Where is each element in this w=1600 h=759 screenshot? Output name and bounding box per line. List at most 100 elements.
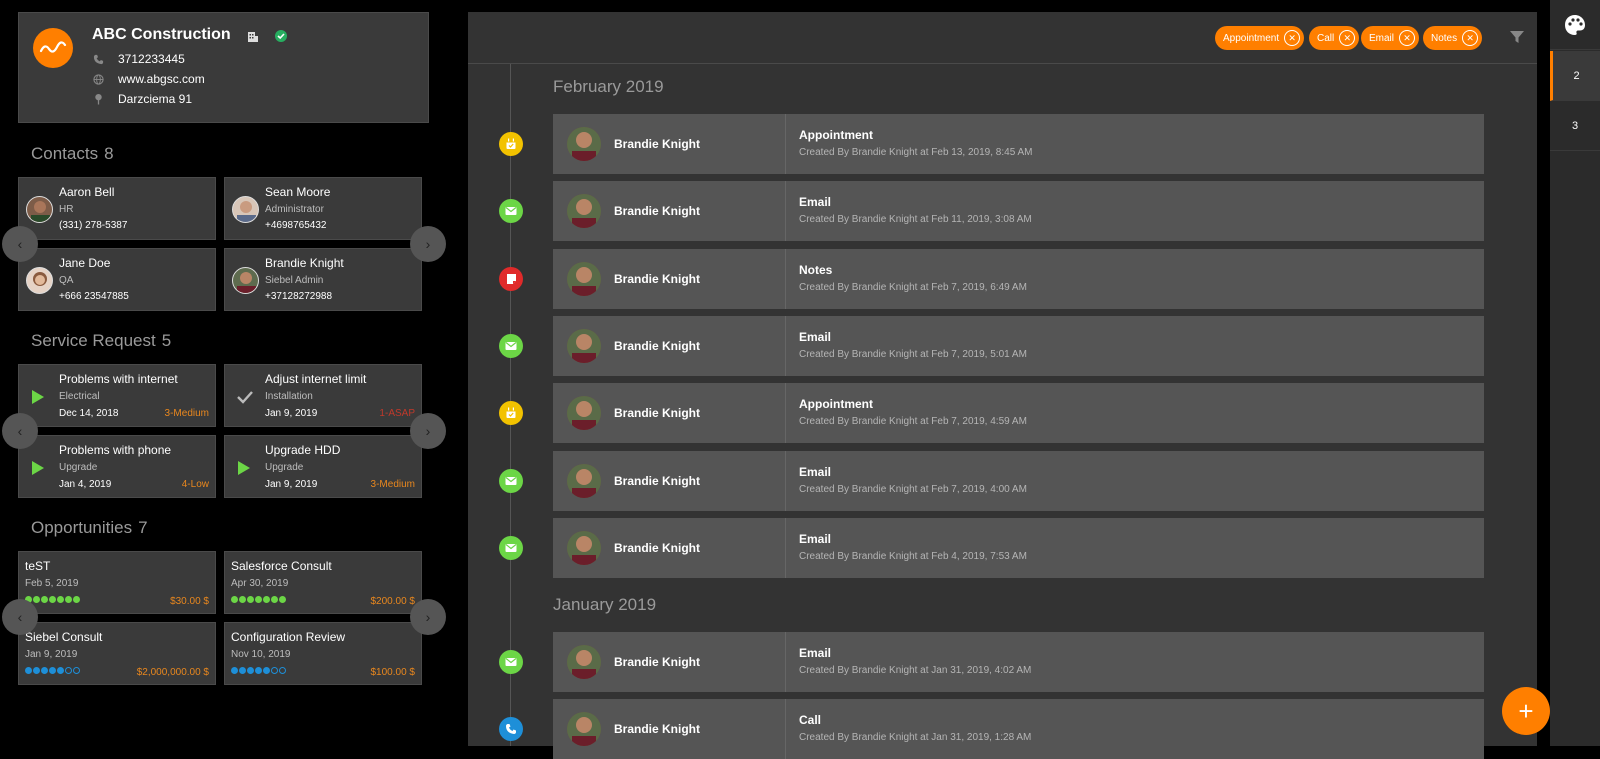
account-website[interactable]: www.abgsc.com [118, 72, 205, 86]
opportunity-title: Configuration Review [231, 630, 346, 644]
account-phone[interactable]: 3712233445 [118, 52, 185, 66]
filter-chip-notes[interactable]: Notes ✕ [1423, 26, 1483, 50]
avatar [567, 396, 601, 430]
contact-card[interactable]: Jane Doe QA +666 23547885 [18, 248, 216, 311]
contact-card[interactable]: Sean Moore Administrator +4698765432 [224, 177, 422, 240]
timeline-entry[interactable]: Brandie Knight Email Created By Brandie Kn… [553, 518, 1484, 578]
service-card[interactable]: Problems with phone Upgrade Jan 4, 2019 … [18, 435, 216, 498]
entry-divider [785, 518, 786, 578]
filter-icon[interactable] [1510, 30, 1524, 49]
contacts-next-button[interactable]: › [410, 226, 446, 262]
rail-item-3[interactable]: 3 [1550, 101, 1600, 151]
contact-card[interactable]: Brandie Knight Siebel Admin +37128272988 [224, 248, 422, 311]
filter-chip-label: Appointment [1223, 32, 1280, 44]
entry-created: Created By Brandie Knight at Feb 4, 2019… [799, 551, 1027, 562]
add-button[interactable]: + [1502, 687, 1550, 735]
opportunity-date: Feb 5, 2019 [25, 578, 79, 589]
service-card[interactable]: Problems with internet Electrical Dec 14… [18, 364, 216, 427]
phone-icon [93, 54, 104, 64]
service-title-text: Upgrade HDD [265, 443, 341, 457]
service-card[interactable]: Adjust internet limit Installation Jan 9… [224, 364, 422, 427]
timeline-entry[interactable]: Brandie Knight Email Created By Brandie Kn… [553, 632, 1484, 692]
progress-dot-filled [263, 667, 270, 674]
service-title-text: Problems with internet [59, 372, 178, 386]
timeline-entry[interactable]: Brandie Knight Call Created By Brandie Kni… [553, 699, 1484, 759]
service-title-text: Adjust internet limit [265, 372, 367, 386]
entry-author: Brandie Knight [614, 541, 700, 555]
contact-phone: +666 23547885 [59, 291, 129, 302]
palette-button[interactable] [1550, 0, 1600, 50]
timeline-entry[interactable]: Brandie Knight Appointment Created By Bran… [553, 114, 1484, 174]
opportunity-title: Salesforce Consult [231, 559, 332, 573]
opportunities-prev-button[interactable]: ‹ [2, 599, 38, 635]
timeline-entry[interactable]: Brandie Knight Email Created By Brandie Kn… [553, 316, 1484, 376]
progress-dot-filled [65, 596, 72, 603]
progress-dot-filled [231, 667, 238, 674]
avatar [232, 196, 259, 223]
chevron-right-icon: › [425, 609, 431, 625]
timeline-entry[interactable]: Brandie Knight Email Created By Brandie Kn… [553, 451, 1484, 511]
entry-author: Brandie Knight [614, 339, 700, 353]
contacts-count: 8 [104, 144, 114, 163]
service-card[interactable]: Upgrade HDD Upgrade Jan 9, 2019 3-Medium [224, 435, 422, 498]
opportunity-date: Apr 30, 2019 [231, 578, 289, 589]
opportunity-amount: $30.00 $ [170, 596, 209, 607]
service-category: Upgrade [59, 462, 98, 473]
timeline-entry[interactable]: Brandie Knight Email Created By Brandie Kn… [553, 181, 1484, 241]
contact-name: Brandie Knight [265, 256, 344, 270]
filter-chip-call[interactable]: Call ✕ [1309, 26, 1360, 50]
timeline-dot [499, 267, 523, 291]
close-icon[interactable]: ✕ [1399, 30, 1416, 46]
month-header: January 2019 [553, 595, 657, 614]
service-priority: 4-Low [181, 479, 209, 490]
progress-dot-filled [239, 596, 246, 603]
contact-role: Administrator [265, 204, 324, 215]
service-count: 5 [161, 331, 172, 350]
opportunity-card[interactable]: Siebel Consult Jan 9, 2019 $2,000,000.00… [18, 622, 216, 685]
close-icon[interactable]: ✕ [1284, 30, 1301, 46]
avatar [26, 196, 53, 223]
progress-dot-filled [49, 667, 56, 674]
progress-dot-filled [41, 667, 48, 674]
entry-divider [785, 114, 786, 174]
opportunity-card[interactable]: Configuration Review Nov 10, 2019 $100.0… [224, 622, 422, 685]
entry-created: Created By Brandie Knight at Feb 11, 201… [799, 214, 1032, 225]
close-icon[interactable]: ✕ [1462, 30, 1479, 46]
account-name: ABC Construction [92, 26, 231, 43]
opportunity-title: teST [25, 559, 51, 573]
contact-card[interactable]: Aaron Bell HR (331) 278-5387 [18, 177, 216, 240]
opportunity-progress [25, 596, 80, 603]
opportunities-next-button[interactable]: › [410, 599, 446, 635]
filter-chip-email[interactable]: Email ✕ [1361, 26, 1420, 50]
contacts-title: Contacts 8 [31, 144, 114, 164]
opportunity-progress [25, 667, 80, 674]
month-header: February 2019 [553, 77, 664, 96]
progress-dot-filled [239, 667, 246, 674]
timeline-dot [499, 650, 523, 674]
chevron-right-icon: › [425, 236, 431, 252]
opportunity-amount: $100.00 $ [370, 667, 416, 678]
opportunities-title-text: Opportunities [31, 518, 133, 537]
service-next-button[interactable]: › [410, 413, 446, 449]
progress-dot-empty [73, 667, 80, 674]
close-icon[interactable]: ✕ [1339, 30, 1356, 46]
service-prev-button[interactable]: ‹ [2, 413, 38, 449]
timeline-dot [499, 132, 523, 156]
entry-created: Created By Brandie Knight at Feb 7, 2019… [799, 484, 1027, 495]
mail-icon [505, 341, 517, 351]
filter-chip-appointment[interactable]: Appointment ✕ [1215, 26, 1305, 50]
timeline-entry[interactable]: Brandie Knight Notes Created By Brandie Kn… [553, 249, 1484, 309]
account-card: ABC Construction 3712233445 www.abgsc.co… [18, 12, 429, 123]
contact-role: Siebel Admin [265, 275, 324, 286]
service-title-text: Service Request [31, 331, 156, 350]
progress-dot-filled [279, 596, 286, 603]
entry-author: Brandie Knight [614, 137, 700, 151]
contacts-prev-button[interactable]: ‹ [2, 226, 38, 262]
service-priority: 3-Medium [164, 408, 209, 419]
opportunity-card[interactable]: teST Feb 5, 2019 $30.00 $ [18, 551, 216, 614]
rail-item-2[interactable]: 2 [1550, 51, 1600, 101]
timeline-entry[interactable]: Brandie Knight Appointment Created By Bran… [553, 383, 1484, 443]
service-date: Jan 9, 2019 [265, 479, 318, 490]
opportunity-card[interactable]: Salesforce Consult Apr 30, 2019 $200.00 … [224, 551, 422, 614]
service-title-text: Problems with phone [59, 443, 172, 457]
